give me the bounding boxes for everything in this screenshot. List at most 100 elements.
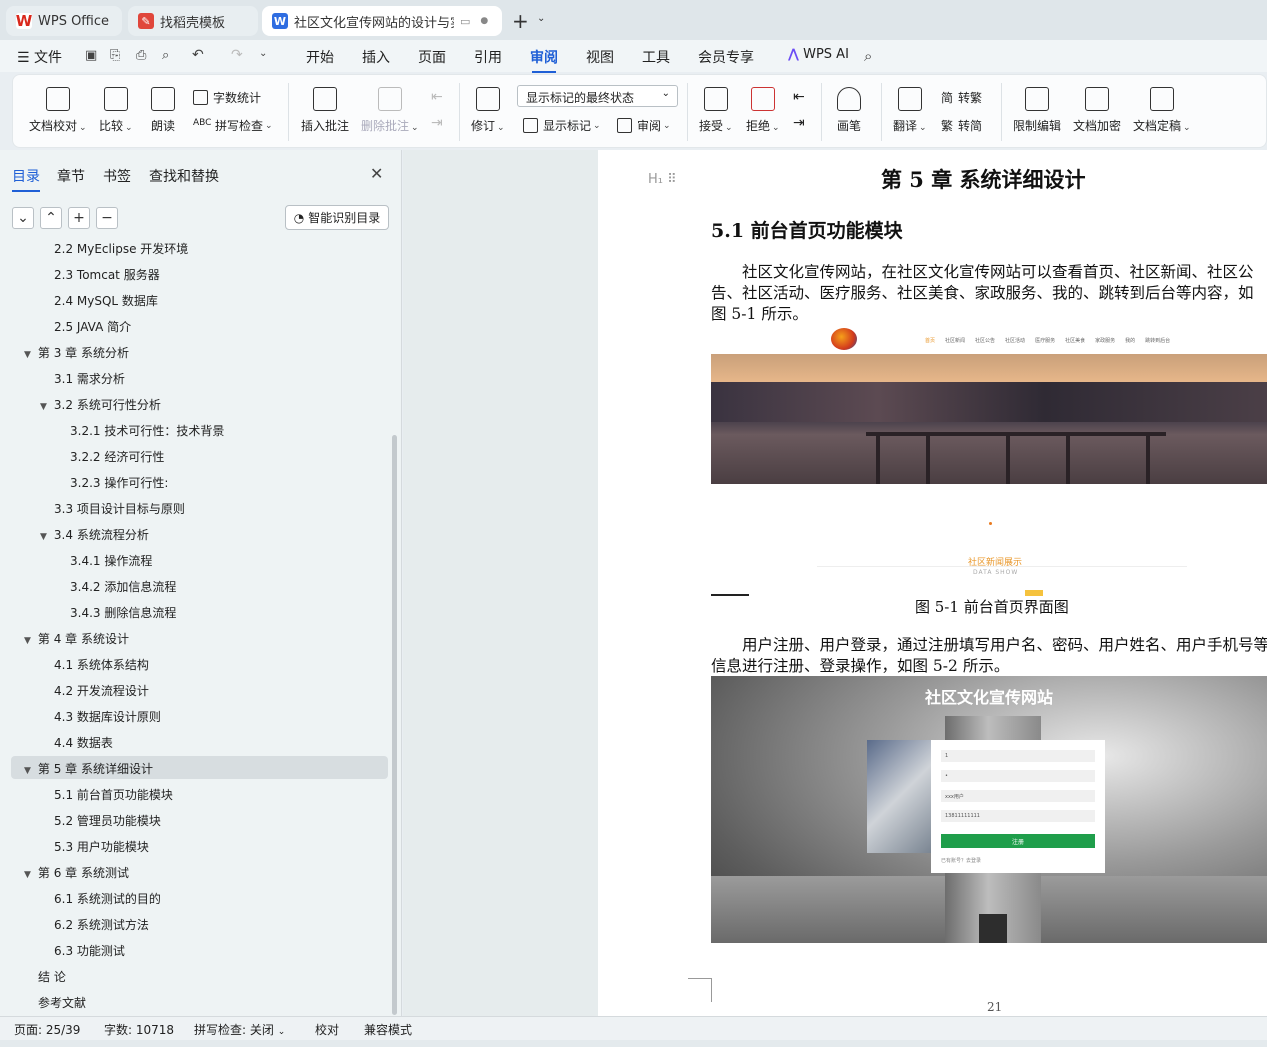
- prev-change-icon[interactable]: ⇤: [793, 89, 805, 105]
- status-proofread[interactable]: 校对: [315, 1021, 339, 1038]
- menu-page[interactable]: 页面: [418, 47, 446, 67]
- search-icon[interactable]: ⌕: [864, 47, 872, 65]
- tab-docer[interactable]: ✎ 找稻壳模板: [128, 6, 258, 36]
- read-aloud-button[interactable]: 朗读: [151, 87, 175, 134]
- tab-document[interactable]: W 社区文化宣传网站的设计与实 ▭ ●: [262, 6, 502, 36]
- menu-reference[interactable]: 引用: [474, 47, 502, 67]
- next-change-icon[interactable]: ⇥: [793, 115, 805, 131]
- toc-item[interactable]: 6.3 功能测试: [54, 942, 125, 959]
- toc-item[interactable]: 2.4 MySQL 数据库: [54, 292, 158, 309]
- wps-ai-button[interactable]: ⋀ WPS AI: [788, 47, 849, 62]
- toc-item[interactable]: 6.1 系统测试的目的: [54, 890, 161, 907]
- toc-item[interactable]: 5.1 前台首页功能模块: [54, 786, 173, 803]
- toc-item[interactable]: 参考文献: [38, 994, 86, 1011]
- to-traditional-button[interactable]: 简转繁: [941, 89, 982, 106]
- toc-item[interactable]: 2.3 Tomcat 服务器: [54, 266, 160, 283]
- tab-list-chevron-icon[interactable]: ⌄: [537, 13, 545, 24]
- unsaved-dot-icon[interactable]: ●: [480, 16, 488, 26]
- toc-item[interactable]: 5.3 用户功能模块: [54, 838, 149, 855]
- restrict-edit-button[interactable]: 限制编辑: [1013, 87, 1061, 134]
- remove-heading-button[interactable]: −: [96, 207, 118, 229]
- toc-item[interactable]: 4.2 开发流程设计: [54, 682, 149, 699]
- toc-item[interactable]: 3.4.3 删除信息流程: [70, 604, 176, 621]
- toc-item[interactable]: 5.2 管理员功能模块: [54, 812, 161, 829]
- doc-check-button[interactable]: 文档校对 ⌄: [29, 87, 87, 134]
- toc-scrollbar[interactable]: [392, 435, 397, 1015]
- pen-button[interactable]: 画笔: [837, 87, 861, 134]
- file-menu[interactable]: ☰ 文件: [17, 47, 62, 67]
- tab-toc[interactable]: 目录: [12, 166, 40, 192]
- add-heading-button[interactable]: +: [68, 207, 90, 229]
- monitor-icon[interactable]: ▭: [460, 15, 470, 28]
- word-count-button[interactable]: 字数统计: [193, 89, 261, 106]
- toc-item[interactable]: 4.1 系统体系结构: [54, 656, 149, 673]
- toc-item[interactable]: ▼ 第 3 章 系统分析: [24, 344, 129, 361]
- menu-start[interactable]: 开始: [306, 47, 334, 67]
- smart-toc-button[interactable]: ◔ 智能识别目录: [285, 205, 389, 230]
- status-spell-check[interactable]: 拼写检查: 关闭 ⌄: [194, 1021, 285, 1038]
- caret-down-icon[interactable]: ▼: [24, 350, 31, 360]
- toc-item[interactable]: 3.4.2 添加信息流程: [70, 578, 176, 595]
- delete-comment-button[interactable]: 删除批注 ⌄: [361, 87, 419, 134]
- toc-item[interactable]: 4.4 数据表: [54, 734, 113, 751]
- toc-item[interactable]: 3.3 项目设计目标与原则: [54, 500, 185, 517]
- caret-down-icon[interactable]: ▼: [24, 766, 31, 776]
- document-page[interactable]: H₁ ⠿ 第 5 章 系统详细设计 5.1 前台首页功能模块 社区文化宣传网站，…: [598, 150, 1267, 1016]
- caret-down-icon[interactable]: ▼: [40, 402, 47, 412]
- caret-down-icon[interactable]: ▼: [40, 532, 47, 542]
- menu-insert[interactable]: 插入: [362, 47, 390, 67]
- toc-item[interactable]: 2.5 JAVA 简介: [54, 318, 131, 335]
- undo-icon[interactable]: ↶: [192, 47, 204, 63]
- caret-down-icon[interactable]: ▼: [24, 636, 31, 646]
- print-preview-icon[interactable]: ⌕: [162, 48, 169, 63]
- toc-item[interactable]: 4.3 数据库设计原则: [54, 708, 161, 725]
- track-changes-button[interactable]: 修订 ⌄: [471, 87, 505, 134]
- review-pane-button[interactable]: 审阅 ⌄: [617, 117, 671, 134]
- save-icon[interactable]: ▣: [85, 48, 97, 63]
- collapse-up-button[interactable]: ⌃: [40, 207, 62, 229]
- toc-item[interactable]: 3.2.1 技术可行性：技术背景: [70, 422, 224, 439]
- prev-comment-icon[interactable]: ⇤: [431, 89, 443, 105]
- heading-marker-icon[interactable]: H₁ ⠿: [648, 172, 677, 187]
- show-markup-button[interactable]: 显示标记 ⌄: [523, 117, 601, 134]
- menu-view[interactable]: 视图: [586, 47, 614, 67]
- to-simplified-button[interactable]: 繁转简: [941, 117, 982, 134]
- toc-item[interactable]: 2.2 MyEclipse 开发环境: [54, 240, 188, 257]
- toc-item[interactable]: 6.2 系统测试方法: [54, 916, 149, 933]
- markup-state-select[interactable]: 显示标记的最终状态 ⌄: [517, 85, 678, 107]
- menu-member[interactable]: 会员专享: [698, 47, 754, 67]
- toc-item[interactable]: ▼ 第 5 章 系统详细设计: [24, 760, 153, 777]
- status-word-count[interactable]: 字数: 10718: [104, 1021, 174, 1038]
- quick-access-chevron-icon[interactable]: ⌄: [259, 48, 267, 59]
- menu-review[interactable]: 审阅: [530, 47, 558, 73]
- finalize-button[interactable]: 文档定稿 ⌄: [1133, 87, 1191, 134]
- toc-item[interactable]: 3.4.1 操作流程: [70, 552, 152, 569]
- print-icon[interactable]: ⎙: [136, 48, 146, 63]
- toc-item[interactable]: 3.2.2 经济可行性: [70, 448, 164, 465]
- new-tab-plus-icon[interactable]: +: [512, 9, 529, 33]
- toc-item[interactable]: ▼ 第 6 章 系统测试: [24, 864, 129, 881]
- caret-down-icon[interactable]: ▼: [24, 870, 31, 880]
- toc-item[interactable]: ▼ 3.4 系统流程分析: [40, 526, 149, 543]
- reject-button[interactable]: 拒绝 ⌄: [746, 87, 780, 134]
- status-page[interactable]: 页面: 25/39: [14, 1021, 80, 1038]
- expand-down-button[interactable]: ⌄: [12, 207, 34, 229]
- toc-item[interactable]: 3.1 需求分析: [54, 370, 125, 387]
- menu-tools[interactable]: 工具: [642, 47, 670, 67]
- toc-item[interactable]: ▼ 第 4 章 系统设计: [24, 630, 129, 647]
- export-icon[interactable]: ⎘: [110, 48, 120, 63]
- close-pane-icon[interactable]: ✕: [370, 164, 383, 183]
- accept-button[interactable]: 接受 ⌄: [699, 87, 733, 134]
- toc-item[interactable]: 结 论: [38, 968, 66, 985]
- toc-item[interactable]: 3.2.3 操作可行性:: [70, 474, 168, 491]
- spell-check-button[interactable]: ABC 拼写检查 ⌄: [193, 117, 273, 134]
- tab-sections[interactable]: 章节: [57, 166, 85, 186]
- tab-bookmarks[interactable]: 书签: [103, 166, 131, 186]
- tab-find-replace[interactable]: 查找和替换: [149, 166, 219, 186]
- tab-wps-office[interactable]: W WPS Office: [6, 6, 122, 36]
- encrypt-button[interactable]: 文档加密: [1073, 87, 1121, 134]
- redo-icon[interactable]: ↷: [231, 47, 243, 63]
- next-comment-icon[interactable]: ⇥: [431, 115, 443, 131]
- toc-item[interactable]: ▼ 3.2 系统可行性分析: [40, 396, 161, 413]
- compare-button[interactable]: 比较 ⌄: [99, 87, 133, 134]
